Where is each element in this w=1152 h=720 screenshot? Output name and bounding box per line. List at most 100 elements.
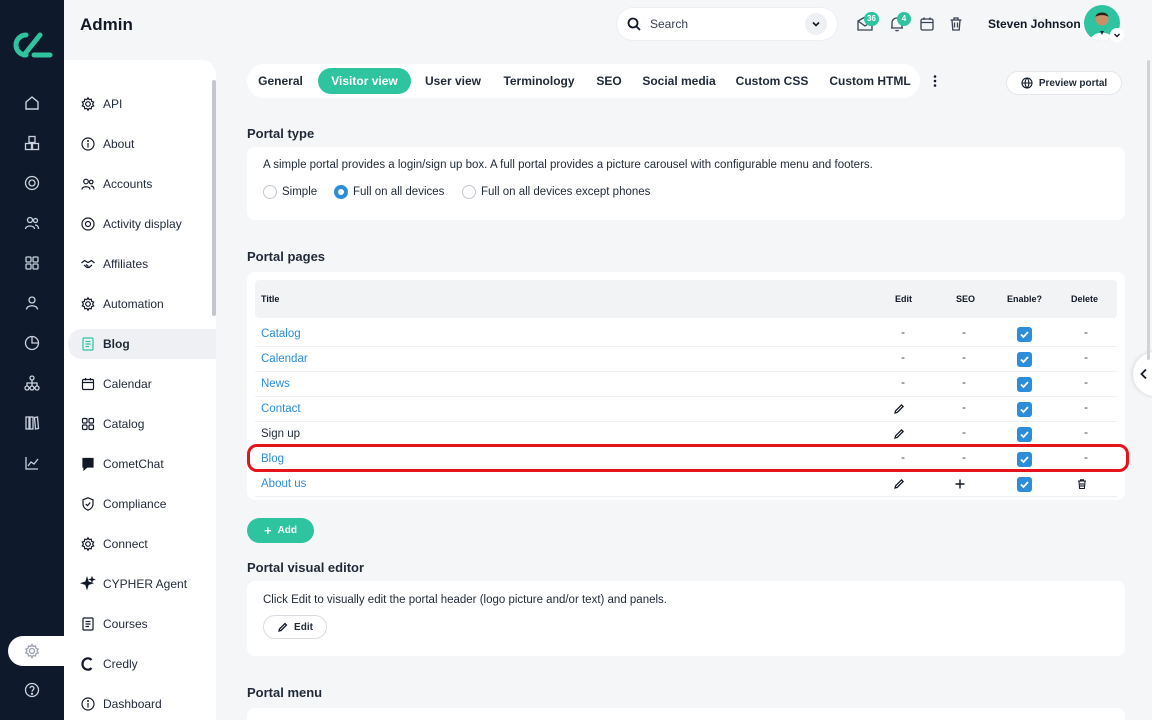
search-bar[interactable]: Search: [617, 8, 837, 40]
sparkle-icon: [80, 576, 96, 592]
blog-row-highlight: [247, 444, 1129, 472]
messages-badge: 36: [864, 12, 879, 26]
sidebar-item-cypher-agent[interactable]: CYPHER Agent: [68, 569, 216, 599]
page-title-link[interactable]: Calendar: [261, 353, 308, 365]
sidebar-item-connect[interactable]: Connect: [68, 529, 216, 559]
tab-terminology[interactable]: Terminology: [497, 68, 581, 94]
pencil-icon[interactable]: [893, 428, 913, 440]
more-icon[interactable]: [929, 73, 941, 89]
home-icon[interactable]: [20, 91, 44, 115]
column-header-enable: Enable?: [1007, 294, 1043, 304]
radio-simple[interactable]: Simple: [263, 185, 317, 199]
help-icon[interactable]: [20, 678, 44, 702]
portal-type-title: Portal type: [247, 126, 315, 141]
radio-circle[interactable]: [263, 185, 277, 199]
app-logo[interactable]: [10, 30, 54, 60]
chevron-down-icon[interactable]: [1110, 28, 1124, 42]
document-icon: [80, 336, 96, 352]
library-icon[interactable]: [20, 411, 44, 435]
add-page-button[interactable]: + Add: [247, 518, 314, 543]
sidebar-item-credly[interactable]: Credly: [68, 649, 216, 679]
info-icon: [80, 696, 96, 712]
enable-checkbox[interactable]: [1017, 352, 1032, 367]
target-icon: [80, 216, 96, 232]
radio-full-except-phones[interactable]: Full on all devices except phones: [462, 185, 650, 199]
enable-checkbox[interactable]: [1017, 327, 1032, 342]
enable-checkbox[interactable]: [1017, 402, 1032, 417]
table-row: About us: [255, 472, 1117, 497]
tab-custom-css[interactable]: Custom CSS: [733, 68, 811, 94]
sidebar-item-label: Dashboard: [103, 697, 162, 711]
tab-user-view[interactable]: User view: [419, 68, 487, 94]
sidebar-item-cometchat[interactable]: CometChat: [68, 449, 216, 479]
user-name[interactable]: Steven Johnson: [988, 17, 1081, 31]
gear-icon: [80, 96, 96, 112]
tab-social-media[interactable]: Social media: [637, 68, 721, 94]
page-title-link[interactable]: News: [261, 378, 290, 390]
sidebar-item-api[interactable]: API: [68, 89, 216, 119]
enable-checkbox[interactable]: [1017, 477, 1032, 492]
search-input[interactable]: Search: [650, 17, 805, 31]
hierarchy-icon[interactable]: [20, 371, 44, 395]
settings-icon[interactable]: [20, 639, 44, 663]
sidebar-item-affiliates[interactable]: Affiliates: [68, 249, 216, 279]
page-title-link[interactable]: Contact: [261, 403, 301, 415]
page-title: Admin: [80, 15, 133, 34]
portal-type-description: A simple portal provides a login/sign up…: [263, 159, 873, 171]
sidebar-item-label: Accounts: [103, 177, 153, 191]
sidebar-item-label: Courses: [103, 617, 148, 631]
tab-custom-html[interactable]: Custom HTML: [825, 68, 915, 94]
page-scrollbar[interactable]: [1147, 60, 1150, 360]
calendar-icon[interactable]: [918, 15, 936, 33]
preview-portal-button[interactable]: Preview portal: [1006, 71, 1122, 95]
sidebar-item-catalog[interactable]: Catalog: [68, 409, 216, 439]
pencil-icon[interactable]: [893, 478, 913, 490]
grid-icon[interactable]: [20, 251, 44, 275]
pencil-icon[interactable]: [893, 403, 913, 415]
cubes-icon[interactable]: [20, 131, 44, 155]
person-icon[interactable]: [20, 291, 44, 315]
sidebar-item-label: CometChat: [103, 457, 164, 471]
portal-pages-title: Portal pages: [247, 249, 326, 264]
sidebar-item-calendar[interactable]: Calendar: [68, 369, 216, 399]
sidebar-item-blog[interactable]: Blog: [68, 329, 216, 359]
visual-editor-title: Portal visual editor: [247, 560, 365, 575]
page-title-link[interactable]: Catalog: [261, 328, 301, 340]
radio-circle[interactable]: [462, 185, 476, 199]
page-title-link[interactable]: About us: [261, 478, 306, 490]
radio-full-all-devices[interactable]: Full on all devices: [334, 185, 444, 199]
delete-cell: -: [1084, 402, 1088, 414]
tab-seo[interactable]: SEO: [591, 68, 627, 94]
pie-chart-icon[interactable]: [20, 331, 44, 355]
edit-label: Edit: [294, 621, 313, 633]
info-icon: [80, 136, 96, 152]
radio-label: Simple: [282, 186, 318, 198]
plus-icon[interactable]: [954, 478, 974, 490]
sidebar-item-about[interactable]: About: [68, 129, 216, 159]
enable-checkbox[interactable]: [1017, 427, 1032, 442]
sidebar-item-accounts[interactable]: Accounts: [68, 169, 216, 199]
chevron-down-icon[interactable]: [805, 13, 827, 35]
sidebar-item-label: Automation: [103, 297, 164, 311]
sidebar-item-compliance[interactable]: Compliance: [68, 489, 216, 519]
radio-label: Full on all devices except phones: [481, 186, 651, 198]
trash-icon[interactable]: [947, 15, 965, 33]
line-chart-icon[interactable]: [20, 451, 44, 475]
trash-icon[interactable]: [1076, 478, 1096, 490]
sidebar-item-automation[interactable]: Automation: [68, 289, 216, 319]
delete-cell: -: [1084, 427, 1088, 439]
edit-header-button[interactable]: Edit: [263, 615, 327, 639]
target-icon[interactable]: [20, 171, 44, 195]
table-row: News - - -: [255, 372, 1117, 397]
sidebar-item-dashboard[interactable]: Dashboard: [68, 689, 216, 719]
sidebar-item-label: About: [103, 137, 135, 151]
sidebar-item-activity-display[interactable]: Activity display: [68, 209, 216, 239]
users-icon[interactable]: [20, 211, 44, 235]
table-row: Contact - -: [255, 397, 1117, 422]
tab-visitor-view[interactable]: Visitor view: [318, 68, 411, 94]
sidebar-item-label: Credly: [103, 657, 138, 671]
radio-circle-selected[interactable]: [334, 185, 348, 199]
enable-checkbox[interactable]: [1017, 377, 1032, 392]
tab-general[interactable]: General: [251, 68, 310, 94]
sidebar-item-courses[interactable]: Courses: [68, 609, 216, 639]
